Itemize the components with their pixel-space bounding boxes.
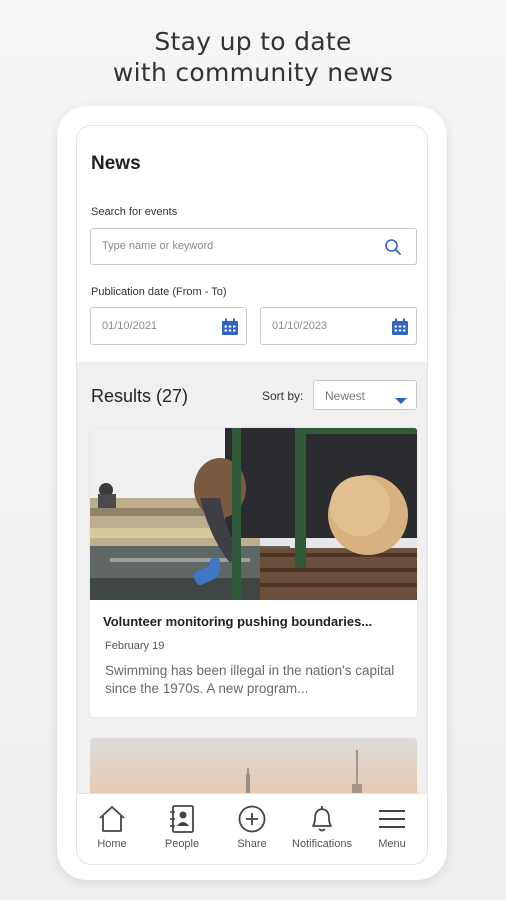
sort-label: Sort by:	[262, 389, 304, 403]
sort-value: Newest	[325, 389, 366, 403]
bottom-tab-bar: Home People Share Notifications Menu	[77, 793, 427, 864]
results-count: Results (27)	[91, 386, 189, 406]
tab-menu[interactable]: Menu	[357, 794, 427, 864]
page-title: News	[91, 153, 141, 174]
calendar-icon[interactable]	[391, 318, 409, 341]
article-excerpt: Swimming has been illegal in the nation'…	[105, 663, 395, 696]
tab-label: People	[164, 838, 200, 850]
phone-frame: News Search for events Type name or keyw…	[57, 106, 447, 880]
search-input[interactable]: Type name or keyword	[90, 228, 417, 265]
bell-icon	[307, 804, 337, 839]
date-to-value: 01/10/2023	[272, 320, 328, 332]
article-card-image-partial[interactable]	[90, 738, 417, 798]
home-icon	[97, 804, 127, 839]
search-panel: News Search for events Type name or keyw…	[77, 126, 427, 362]
tab-label: Notifications	[292, 838, 352, 850]
people-icon	[167, 804, 197, 839]
tab-label: Home	[97, 838, 127, 850]
tab-label: Menu	[378, 838, 406, 850]
promo-line-2: with community news	[112, 58, 394, 87]
article-card[interactable]: Volunteer monitoring pushing boundaries.…	[90, 428, 417, 717]
sort-select[interactable]: Newest	[313, 380, 417, 410]
plus-circle-icon	[237, 804, 267, 839]
tab-notifications[interactable]: Notifications	[287, 794, 357, 864]
article-image	[90, 428, 417, 600]
article-date: February 19	[105, 640, 165, 652]
date-from-field[interactable]: 01/10/2021	[90, 307, 247, 345]
menu-icon	[377, 804, 407, 839]
promo-headline: Stay up to date with community news	[0, 26, 506, 88]
app-screen: News Search for events Type name or keyw…	[77, 126, 427, 864]
search-icon[interactable]	[384, 238, 402, 261]
article-title[interactable]: Volunteer monitoring pushing boundaries.…	[103, 614, 372, 629]
calendar-icon[interactable]	[221, 318, 239, 341]
date-range-label: Publication date (From - To)	[91, 286, 227, 298]
tab-share[interactable]: Share	[217, 794, 287, 864]
dropdown-arrow-icon	[394, 392, 408, 410]
date-to-field[interactable]: 01/10/2023	[260, 307, 417, 345]
search-placeholder: Type name or keyword	[102, 240, 214, 252]
date-from-value: 01/10/2021	[102, 320, 158, 332]
tab-people[interactable]: People	[147, 794, 217, 864]
tab-label: Share	[237, 838, 267, 850]
promo-line-1: Stay up to date	[154, 27, 352, 56]
search-label: Search for events	[91, 206, 178, 218]
tab-home[interactable]: Home	[77, 794, 147, 864]
